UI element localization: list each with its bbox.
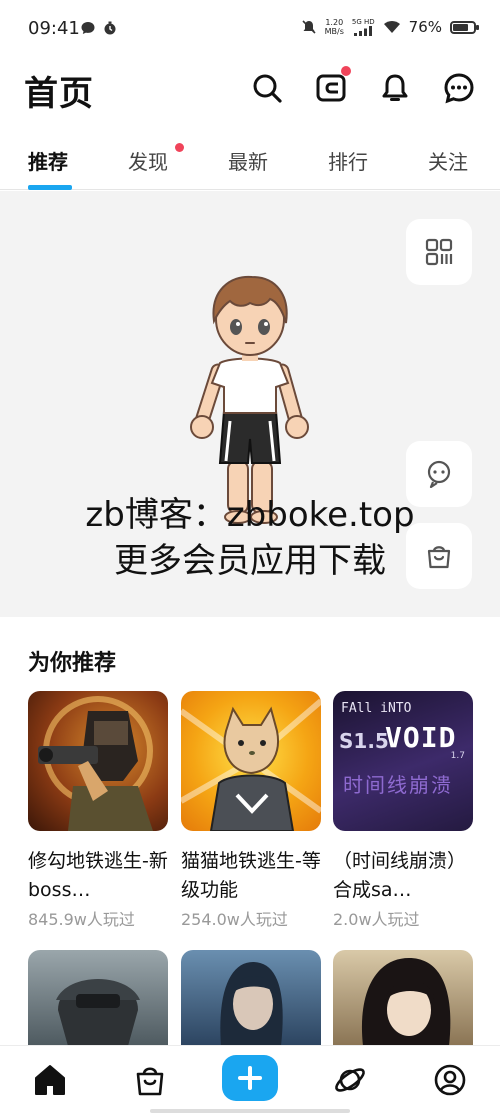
bell-icon [382, 74, 408, 101]
net-speed: 1.20 MB/s [325, 18, 344, 36]
game-cover-row2[interactable] [333, 950, 473, 1046]
net-speed-value: 1.20 [325, 18, 344, 27]
profile-icon [434, 1064, 466, 1096]
nav-profile[interactable] [428, 1058, 472, 1102]
nav-explore[interactable] [328, 1058, 372, 1102]
cat-art [181, 698, 321, 831]
mute-icon [302, 20, 316, 34]
watermark-line-2: 更多会员应用下载 [114, 541, 386, 581]
signal-block: 5G HD [352, 18, 375, 36]
chat-icon [444, 73, 474, 104]
home-icon [35, 1065, 65, 1095]
nav-store[interactable] [128, 1058, 172, 1102]
search-button[interactable] [249, 70, 285, 106]
wallet-icon [316, 74, 346, 102]
category-tabs: 推荐 发现 最新 排行 关注 [0, 128, 500, 190]
card-title: （时间线崩溃）合成sa… [333, 850, 467, 901]
tab-recommend[interactable]: 推荐 [28, 146, 68, 175]
timer-status-icon [104, 21, 116, 35]
card-title: 猫猫地铁逃生-等级功能 [181, 850, 321, 901]
game-cover: FAll iNTO S1.5 VOID 1.7 时间线崩溃 [333, 691, 473, 831]
signal-icon [354, 26, 373, 36]
nav-home[interactable] [28, 1058, 72, 1102]
cover-cn-text: 时间线崩溃 [343, 773, 453, 797]
net-type: 5G HD [351, 18, 375, 26]
card-play-count: 254.0w人玩过 [181, 910, 288, 929]
battery-fill [453, 23, 469, 31]
wallet-badge [341, 66, 351, 76]
active-tab-indicator [28, 185, 72, 190]
wallet-button[interactable] [313, 66, 351, 106]
cover-version-small: 1.7 [450, 751, 465, 761]
dark-hair-character-art [361, 958, 451, 1046]
game-card[interactable]: 修勾地铁逃生-新boss… 845.9w人玩过 [28, 691, 168, 930]
cover-void-logo: VOID [385, 721, 457, 754]
soldier-helmet-art [56, 979, 140, 1046]
anime-character-art [220, 962, 283, 1046]
watermark-line-1: zb博客：zbboke.top [85, 495, 415, 535]
bag-icon [136, 1067, 164, 1096]
app-header: 首页 [0, 58, 500, 122]
card-title: 修勾地铁逃生-新boss… [28, 850, 168, 901]
game-cover-row2[interactable] [28, 950, 168, 1046]
cover-fall-into: FAll iNTO [341, 701, 412, 716]
home-indicator [150, 1109, 350, 1113]
soldier-art [38, 696, 153, 831]
cover-version: S1.5 [339, 729, 389, 753]
game-cover [181, 691, 321, 831]
game-card[interactable]: FAll iNTO S1.5 VOID 1.7 时间线崩溃 （时间线崩溃）合成s… [333, 691, 473, 930]
support-icon [427, 460, 451, 488]
battery-percent: 76% [408, 18, 442, 36]
notification-button[interactable] [377, 70, 413, 106]
bottom-nav [0, 1045, 500, 1115]
plus-icon [238, 1066, 262, 1090]
card-play-count: 845.9w人玩过 [28, 910, 135, 929]
tab-following[interactable]: 关注 [428, 146, 468, 175]
wifi-icon [383, 21, 400, 33]
tab-latest[interactable]: 最新 [228, 146, 268, 175]
battery-icon [450, 20, 479, 34]
scan-icon [425, 238, 453, 266]
scan-button[interactable] [406, 219, 472, 285]
planet-icon [335, 1068, 365, 1092]
create-button[interactable] [222, 1055, 278, 1101]
tab-discover[interactable]: 发现 [128, 146, 168, 175]
section-title: 为你推荐 [28, 651, 117, 676]
messages-button[interactable] [441, 70, 477, 106]
hero-banner[interactable]: zb博客：zbboke.top 更多会员应用下载 [0, 191, 500, 617]
tab-ranking[interactable]: 排行 [328, 146, 368, 175]
discover-badge [175, 143, 184, 152]
status-bar: 09:41 1.20 MB/s 5G HD 76% [0, 0, 500, 58]
game-cover-row2[interactable] [181, 950, 321, 1046]
game-cover [28, 691, 168, 831]
search-icon [253, 74, 282, 103]
net-speed-unit: MB/s [324, 27, 344, 36]
message-status-icon [81, 22, 95, 34]
card-play-count: 2.0w人玩过 [333, 910, 420, 929]
status-time: 09:41 [28, 18, 80, 39]
game-card[interactable]: 猫猫地铁逃生-等级功能 254.0w人玩过 [181, 691, 321, 930]
page-title: 首页 [24, 74, 94, 114]
